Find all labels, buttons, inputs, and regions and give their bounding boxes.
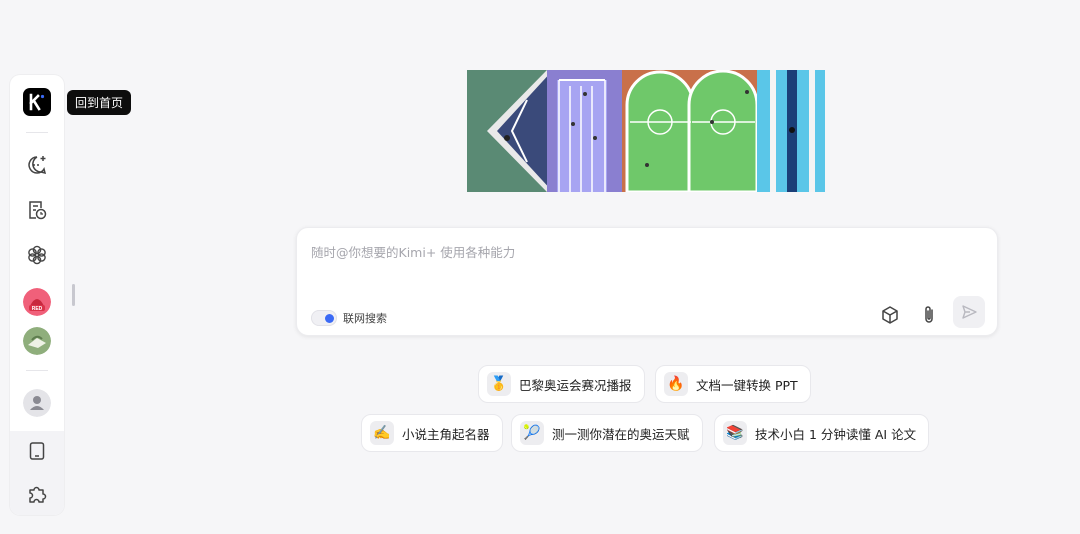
sidebar-divider [26,132,48,133]
green-avatar-button[interactable] [22,326,52,356]
olympic-doodle-image [467,70,825,192]
red-avatar-button[interactable]: RED [22,287,52,317]
suggestion-label: 巴黎奥运会赛况播报 [519,377,632,393]
user-avatar [23,389,51,417]
plugin-icon [29,486,47,503]
books-icon: 📚 [723,421,747,445]
tennis-ball-icon: 🎾 [520,421,544,445]
medal-icon: 🥇 [487,372,511,396]
suggestion-label: 文档一键转换 PPT [696,377,798,393]
red-badge-text: RED [32,306,43,312]
history-icon [29,201,47,220]
sidebar-bottom-section [10,431,64,515]
toggle-knob [325,314,334,323]
plugin-button[interactable] [22,479,52,509]
model-selector-button[interactable] [875,300,905,330]
send-button[interactable] [953,296,985,328]
kimi-logo-button[interactable] [23,88,51,116]
app-download-button[interactable] [22,436,52,466]
kimi-logo-icon [29,93,45,111]
web-search-toggle-group[interactable]: 联网搜索 [311,310,387,326]
green-avatar [23,327,51,355]
suggestion-label: 小说主角起名器 [402,426,490,442]
user-avatar-button[interactable] [22,388,52,418]
new-chat-icon [28,156,47,175]
suggestion-chip[interactable]: 📚 技术小白 1 分钟读懂 AI 论文 [714,414,930,452]
suggestion-chip[interactable]: 🔥 文档一键转换 PPT [655,365,811,403]
suggestion-chip[interactable]: ✍️ 小说主角起名器 [361,414,503,452]
suggestion-label: 技术小白 1 分钟读懂 AI 论文 [755,426,917,442]
red-avatar: RED [23,288,51,316]
chat-input-box: 联网搜索 [296,227,998,336]
tablet-icon [29,442,45,460]
send-icon [962,305,977,319]
sidebar: RED [10,75,64,515]
paperclip-icon [925,306,933,323]
kimi-plus-icon [28,245,46,265]
suggestion-chip[interactable]: 🥇 巴黎奥运会赛况播报 [478,365,645,403]
kimi-plus-button[interactable] [22,240,52,270]
new-chat-button[interactable] [22,150,52,180]
home-tooltip: 回到首页 [67,90,132,115]
suggestion-label: 测一测你潜在的奥运天赋 [552,426,690,442]
cube-icon [882,306,898,324]
chat-input[interactable] [309,240,973,284]
attach-file-button[interactable] [914,300,944,330]
web-search-toggle[interactable] [311,310,337,326]
web-search-label: 联网搜索 [343,312,387,325]
suggestion-chip[interactable]: 🎾 测一测你潜在的奥运天赋 [511,414,703,452]
history-button[interactable] [22,195,52,225]
fire-icon: 🔥 [664,372,688,396]
sidebar-divider [26,370,48,371]
writing-hand-icon: ✍️ [370,421,394,445]
sidebar-resize-handle[interactable] [72,284,75,306]
